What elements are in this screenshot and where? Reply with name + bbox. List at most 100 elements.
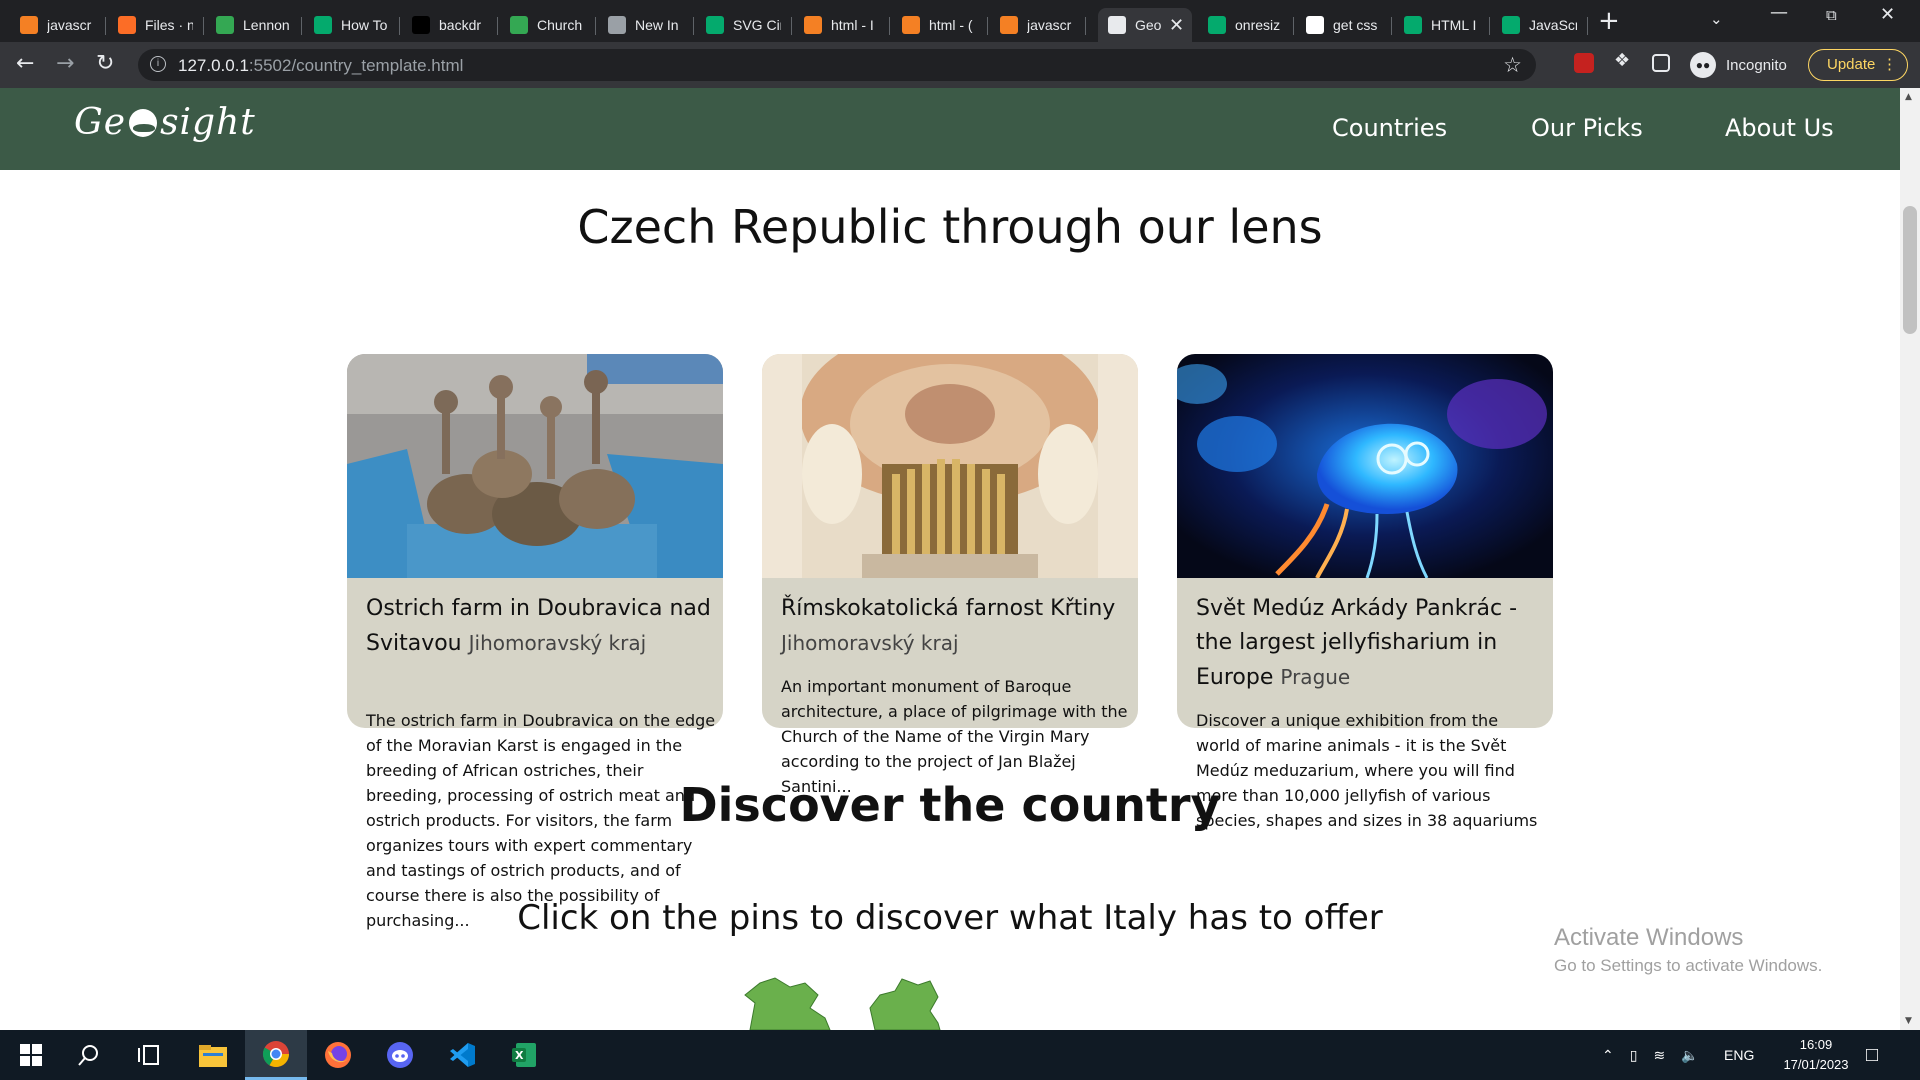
discord-icon[interactable] bbox=[369, 1030, 431, 1080]
close-window-button[interactable]: ✕ bbox=[1880, 4, 1895, 25]
nav-countries-link[interactable]: Countries bbox=[1332, 114, 1447, 142]
w3schools-icon bbox=[314, 16, 332, 34]
tab-title: javascr bbox=[47, 17, 92, 33]
place-card[interactable]: Římskokatolická farnost Křtiny Jihomorav… bbox=[762, 354, 1138, 796]
activate-subtitle: Go to Settings to activate Windows. bbox=[1554, 956, 1823, 975]
windows-start-icon[interactable] bbox=[0, 1030, 62, 1080]
chrome-icon[interactable] bbox=[245, 1030, 307, 1080]
browser-tab[interactable]: backdr bbox=[402, 8, 498, 42]
browser-tab[interactable]: onresiz bbox=[1198, 8, 1294, 42]
country-map[interactable] bbox=[730, 973, 950, 1030]
browser-tab[interactable]: html - ( bbox=[892, 8, 988, 42]
windows-taskbar: X ⌃ ▯ ≋ 🔈 ENG 16:09 17/01/2023 □ bbox=[0, 1030, 1920, 1080]
file-explorer-icon[interactable] bbox=[182, 1030, 244, 1080]
clock[interactable]: 16:09 17/01/2023 bbox=[1766, 1030, 1866, 1080]
tab-search-icon[interactable]: ⌄ bbox=[1710, 10, 1723, 28]
tab-title: HTML I bbox=[1431, 17, 1477, 33]
browser-tab[interactable]: Geo ✕ bbox=[1098, 8, 1192, 42]
tab-title: SVG Cir bbox=[733, 17, 781, 33]
tab-title: Church bbox=[537, 17, 583, 33]
tab-separator bbox=[1587, 17, 1588, 35]
browser-tab[interactable]: New In bbox=[598, 8, 694, 42]
card-title-text: Svět Medúz Arkády Pankrác - the largest … bbox=[1196, 596, 1518, 690]
browser-tab[interactable]: Files · n bbox=[108, 8, 204, 42]
browser-tab[interactable]: SVG Cir bbox=[696, 8, 792, 42]
mdn-icon bbox=[412, 16, 430, 34]
browser-tab[interactable]: Church bbox=[500, 8, 596, 42]
nav-our-picks-link[interactable]: Our Picks bbox=[1531, 114, 1643, 142]
update-button[interactable]: Update ⋮ bbox=[1808, 49, 1908, 81]
wifi-icon[interactable]: ≋ bbox=[1653, 1047, 1665, 1064]
tab-title: onresiz bbox=[1235, 17, 1281, 33]
geosight-logo[interactable]: Ge sight bbox=[74, 102, 256, 143]
globe-icon bbox=[129, 108, 158, 137]
scroll-up-arrow-icon[interactable]: ▲ bbox=[1905, 92, 1912, 102]
language-indicator[interactable]: ENG bbox=[1724, 1030, 1754, 1080]
bookmark-star-icon[interactable]: ☆ bbox=[1503, 53, 1522, 77]
browser-tab[interactable]: How To bbox=[304, 8, 400, 42]
card-title[interactable]: Ostrich farm in Doubravica nad Svitavou … bbox=[366, 592, 716, 661]
close-tab-icon[interactable]: ✕ bbox=[1169, 15, 1184, 36]
battery-icon[interactable]: ▯ bbox=[1630, 1047, 1638, 1064]
url-text[interactable]: 127.0.0.1:5502/country_template.html bbox=[178, 56, 463, 76]
firefox-icon[interactable] bbox=[307, 1030, 369, 1080]
vscode-icon[interactable] bbox=[431, 1030, 493, 1080]
address-bar[interactable]: i 127.0.0.1:5502/country_template.html ☆ bbox=[138, 49, 1536, 81]
browser-tab[interactable]: html - I bbox=[794, 8, 890, 42]
tab-title: Files · n bbox=[145, 17, 193, 33]
notifications-icon[interactable]: □ bbox=[1866, 1030, 1878, 1080]
clock-time: 16:09 bbox=[1799, 1037, 1833, 1052]
card-title[interactable]: Římskokatolická farnost Křtiny Jihomorav… bbox=[781, 592, 1131, 661]
scroll-down-arrow-icon[interactable]: ▼ bbox=[1905, 1016, 1912, 1026]
place-card[interactable]: Svět Medúz Arkády Pankrác - the largest … bbox=[1177, 354, 1553, 830]
tab-separator bbox=[105, 17, 106, 35]
browser-tab[interactable]: javascr bbox=[10, 8, 106, 42]
tab-separator bbox=[1085, 17, 1086, 35]
ublock-extension-icon[interactable] bbox=[1574, 53, 1594, 73]
site-navbar: Ge sight Countries Our Picks About Us bbox=[0, 88, 1900, 170]
extensions-puzzle-icon[interactable]: ❖ bbox=[1614, 50, 1634, 71]
tab-title: JavaScr bbox=[1529, 17, 1577, 33]
tab-separator bbox=[1489, 17, 1490, 35]
scroll-thumb[interactable] bbox=[1903, 206, 1917, 334]
church-interior-image bbox=[762, 354, 1138, 578]
w3schools-icon bbox=[1208, 16, 1226, 34]
place-card[interactable]: Ostrich farm in Doubravica nad Svitavou … bbox=[347, 354, 723, 930]
web-page: Ge sight Countries Our Picks About Us Cze… bbox=[0, 88, 1920, 1030]
new-tab-button[interactable]: + bbox=[1598, 6, 1620, 36]
browser-tab[interactable]: Lennon bbox=[206, 8, 302, 42]
restore-button[interactable]: ⧉ bbox=[1826, 6, 1837, 24]
w3schools-icon bbox=[1502, 16, 1520, 34]
gitlab-icon bbox=[118, 16, 136, 34]
card-title[interactable]: Svět Medúz Arkády Pankrác - the largest … bbox=[1196, 592, 1546, 695]
nav-about-us-link[interactable]: About Us bbox=[1725, 114, 1834, 142]
browser-tab[interactable]: HTML I bbox=[1394, 8, 1490, 42]
tab-title: backdr bbox=[439, 17, 482, 33]
logo-text-start: Ge bbox=[74, 102, 127, 143]
page-scrollbar[interactable]: ▲ ▼ bbox=[1900, 88, 1920, 1030]
task-view-icon[interactable] bbox=[118, 1030, 180, 1080]
system-tray: ⌃ ▯ ≋ 🔈 bbox=[1602, 1030, 1699, 1080]
tray-overflow-chevron-icon[interactable]: ⌃ bbox=[1602, 1047, 1614, 1064]
menu-kebab-icon[interactable]: ⋮ bbox=[1882, 50, 1897, 79]
volume-icon[interactable]: 🔈 bbox=[1681, 1047, 1698, 1064]
browser-tab[interactable]: javascr bbox=[990, 8, 1086, 42]
excel-icon[interactable]: X bbox=[493, 1030, 555, 1080]
globe-icon bbox=[1108, 16, 1126, 34]
w3schools-icon bbox=[706, 16, 724, 34]
browser-tab[interactable]: get css bbox=[1296, 8, 1392, 42]
site-info-icon[interactable]: i bbox=[150, 56, 166, 72]
minimize-button[interactable]: — bbox=[1770, 2, 1788, 23]
forward-button[interactable]: → bbox=[56, 51, 74, 76]
stackoverflow-icon bbox=[804, 16, 822, 34]
reload-button[interactable]: ↻ bbox=[96, 51, 114, 76]
search-icon[interactable] bbox=[58, 1030, 120, 1080]
url-host: 127.0.0.1 bbox=[178, 56, 249, 75]
tab-separator bbox=[399, 17, 400, 35]
side-panel-icon[interactable] bbox=[1652, 54, 1670, 72]
incognito-indicator[interactable]: ●● Incognito bbox=[1690, 52, 1787, 78]
tab-separator bbox=[497, 17, 498, 35]
incognito-icon: ●● bbox=[1690, 52, 1716, 78]
browser-tab[interactable]: JavaScr bbox=[1492, 8, 1588, 42]
back-button[interactable]: ← bbox=[16, 51, 34, 76]
